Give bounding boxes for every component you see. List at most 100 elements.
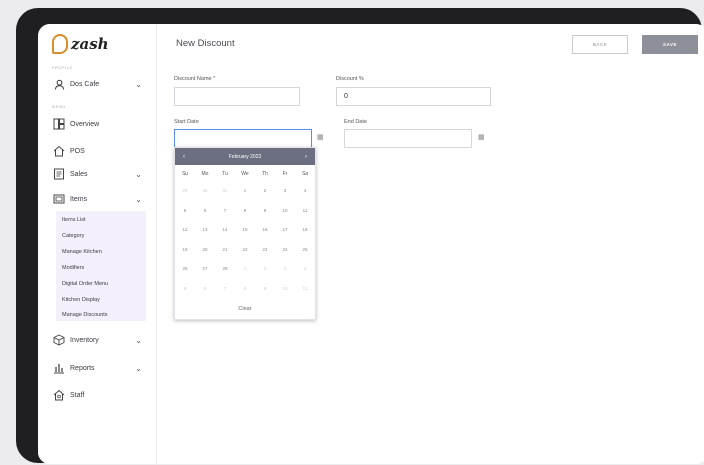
calendar-day[interactable]: 3	[275, 266, 295, 271]
brand-logo: zash	[52, 32, 109, 56]
calendar-day[interactable]: 14	[215, 227, 235, 232]
calendar-day[interactable]: 24	[275, 247, 295, 252]
items-submenu: Items List Category Manage Kitchen Modif…	[56, 211, 146, 321]
main-content: New Discount BACK SAVE Discount Name * D…	[156, 24, 704, 464]
calendar-day[interactable]: 28	[215, 266, 235, 271]
submenu-item-manage-kitchen[interactable]: Manage Kitchen	[62, 249, 102, 255]
submenu-item-manage-discounts[interactable]: Manage Discounts	[62, 312, 108, 318]
calendar-day[interactable]: 19	[175, 247, 195, 252]
calendar-day[interactable]: 21	[215, 247, 235, 252]
calendar-day[interactable]: 5	[175, 208, 195, 213]
sidebar-item-sales[interactable]: Sales ⌄	[52, 165, 148, 183]
calendar-day[interactable]: 1	[235, 188, 255, 193]
calendar-day[interactable]: 6	[195, 208, 215, 213]
calendar-day[interactable]: 15	[235, 227, 255, 232]
calendar-day[interactable]: 3	[275, 188, 295, 193]
calendar-day[interactable]: 22	[235, 247, 255, 252]
weekday-header: Tu	[222, 171, 228, 177]
calendar-day[interactable]: 13	[195, 227, 215, 232]
device-frame: zash PROFILE Dos Cafe ⌄ MENU Overview PO…	[16, 8, 704, 464]
calendar-day[interactable]: 7	[215, 286, 235, 291]
sidebar: zash PROFILE Dos Cafe ⌄ MENU Overview PO…	[38, 24, 157, 464]
calendar-day[interactable]: 30	[195, 188, 215, 193]
section-label-menu: MENU	[52, 104, 66, 109]
box-icon	[52, 192, 66, 206]
calendar-day[interactable]: 20	[195, 247, 215, 252]
calendar-day[interactable]: 31	[215, 188, 235, 193]
calendar-day[interactable]: 4	[295, 188, 315, 193]
submenu-item-modifiers[interactable]: Modifiers	[62, 265, 84, 271]
calendar-clear-button[interactable]: Clear	[175, 306, 315, 312]
calendar-day[interactable]: 17	[275, 227, 295, 232]
submenu-item-kitchen-display[interactable]: Kitchen Display	[62, 297, 100, 303]
home-icon	[52, 144, 66, 158]
calendar-day[interactable]: 1	[235, 266, 255, 271]
cube-icon	[52, 333, 66, 347]
sidebar-item-staff[interactable]: Staff	[52, 386, 148, 404]
chevron-down-icon: ⌄	[135, 335, 142, 345]
calendar-day[interactable]: 11	[295, 208, 315, 213]
calendar-day[interactable]: 10	[275, 208, 295, 213]
submenu-item-category[interactable]: Category	[62, 233, 84, 239]
calendar-day[interactable]: 2	[255, 188, 275, 193]
submenu-item-digital-order-menu[interactable]: Digital Order Menu	[62, 281, 108, 287]
calendar-day[interactable]: 16	[255, 227, 275, 232]
calendar-day[interactable]: 6	[195, 286, 215, 291]
weekday-header: We	[241, 171, 249, 177]
sidebar-item-overview[interactable]: Overview	[52, 115, 148, 133]
calendar-day[interactable]: 5	[175, 286, 195, 291]
sidebar-item-pos[interactable]: POS	[52, 142, 148, 160]
calendar-day[interactable]: 7	[215, 208, 235, 213]
chevron-down-icon: ⌄	[135, 169, 142, 179]
sidebar-item-label: Items	[70, 195, 88, 203]
calendar-day[interactable]: 10	[275, 286, 295, 291]
calendar-day[interactable]: 9	[255, 286, 275, 291]
calendar-day[interactable]: 25	[295, 247, 315, 252]
chevron-down-icon: ⌄	[135, 194, 142, 204]
calendar-day[interactable]: 9	[255, 208, 275, 213]
sidebar-item-label: Reports	[70, 364, 95, 372]
calendar-day[interactable]: 8	[235, 286, 255, 291]
calendar-day[interactable]: 29	[175, 188, 195, 193]
weekday-header: Mo	[201, 171, 209, 177]
submenu-item-items-list[interactable]: Items List	[62, 217, 86, 223]
back-button[interactable]: BACK	[572, 35, 628, 54]
prev-month-button[interactable]: ‹	[183, 148, 185, 165]
calendar-day[interactable]: 11	[295, 286, 315, 291]
sidebar-item-label: Overview	[70, 120, 100, 128]
calendar-icon[interactable]: ▦	[317, 133, 324, 141]
brand-name: zash	[71, 35, 109, 53]
sidebar-item-reports[interactable]: Reports ⌄	[52, 359, 148, 377]
next-month-button[interactable]: ›	[305, 148, 307, 165]
receipt-icon	[52, 167, 66, 181]
calendar-day[interactable]: 8	[235, 208, 255, 213]
end-date-input[interactable]	[344, 129, 472, 148]
calendar-day[interactable]: 23	[255, 247, 275, 252]
discount-name-label: Discount Name *	[174, 76, 216, 82]
save-button[interactable]: SAVE	[642, 35, 698, 54]
logo-icon	[52, 34, 68, 54]
calendar-day[interactable]: 26	[175, 266, 195, 271]
date-picker-popup: ‹ February 2023 › Su Mo Tu We Th Fr Sa 29 30 31 1…	[174, 147, 316, 320]
account-name: Dos Cafe	[70, 80, 100, 88]
sidebar-item-inventory[interactable]: Inventory ⌄	[52, 331, 148, 349]
calendar-day[interactable]: 12	[175, 227, 195, 232]
app-screen: zash PROFILE Dos Cafe ⌄ MENU Overview PO…	[38, 24, 704, 464]
end-date-label: End Date	[344, 119, 367, 125]
weekday-header: Su	[181, 171, 189, 177]
discount-pct-label: Discount %	[336, 76, 364, 82]
calendar-day[interactable]: 27	[195, 266, 215, 271]
start-date-input[interactable]	[174, 129, 312, 148]
calendar-day[interactable]: 2	[255, 266, 275, 271]
discount-name-input[interactable]	[174, 87, 300, 106]
user-icon	[52, 77, 66, 91]
sidebar-item-items[interactable]: Items ⌄	[52, 190, 148, 208]
calendar-day[interactable]: 4	[295, 266, 315, 271]
calendar-day[interactable]: 18	[295, 227, 315, 232]
calendar-icon[interactable]: ▦	[478, 133, 485, 141]
chevron-down-icon: ⌄	[135, 79, 142, 89]
discount-pct-input[interactable]: 0	[336, 87, 491, 106]
sidebar-item-label: Staff	[70, 391, 85, 399]
weekday-header: Sa	[301, 171, 309, 177]
account-switcher[interactable]: Dos Cafe ⌄	[52, 75, 148, 93]
